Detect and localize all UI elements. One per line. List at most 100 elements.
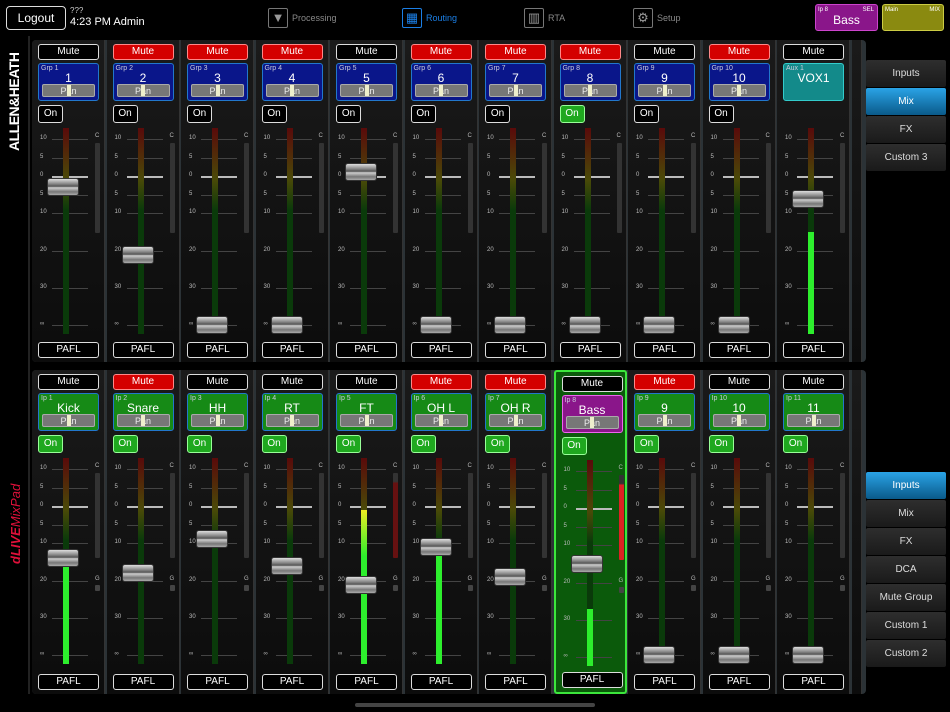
pafl-button[interactable]: PAFL (783, 674, 844, 690)
bank-inputs-button[interactable]: Inputs (866, 60, 946, 87)
channel-name-block[interactable]: Ip 3 HH Pan (187, 393, 248, 431)
channel-name-block[interactable]: Ip 2 Snare Pan (113, 393, 174, 431)
pafl-button[interactable]: PAFL (262, 674, 323, 690)
pafl-button[interactable]: PAFL (113, 342, 174, 358)
fader-handle[interactable] (569, 316, 601, 334)
channel-name-block[interactable]: Ip 11 11 Pan (783, 393, 844, 431)
channel-name-block[interactable]: Grp 1 1 Pan (38, 63, 99, 101)
tab-rta[interactable]: ▥RTA (524, 8, 565, 28)
pafl-button[interactable]: PAFL (38, 674, 99, 690)
channel-name-block[interactable]: Grp 3 3 Pan (187, 63, 248, 101)
pan-control[interactable]: Pan (191, 84, 244, 97)
pafl-button[interactable]: PAFL (485, 342, 546, 358)
pan-control[interactable]: Pan (787, 414, 840, 427)
pafl-button[interactable]: PAFL (262, 342, 323, 358)
fader-handle[interactable] (122, 564, 154, 582)
channel-name-block[interactable]: Grp 2 2 Pan (113, 63, 174, 101)
pafl-button[interactable]: PAFL (709, 342, 770, 358)
on-button[interactable]: On (485, 435, 510, 453)
on-button[interactable]: On (38, 435, 63, 453)
fader-handle[interactable] (420, 316, 452, 334)
on-button[interactable]: On (411, 435, 436, 453)
pan-control[interactable]: Pan (191, 414, 244, 427)
fader-handle[interactable] (571, 555, 603, 573)
mute-button[interactable]: Mute (187, 374, 248, 390)
pafl-button[interactable]: PAFL (336, 674, 397, 690)
bank-mix-button[interactable]: Mix (866, 500, 946, 527)
fader-handle[interactable] (345, 576, 377, 594)
channel-name-block[interactable]: Grp 5 5 Pan (336, 63, 397, 101)
fader-handle[interactable] (196, 316, 228, 334)
bank-fx-button[interactable]: FX (866, 116, 946, 143)
fader-handle[interactable] (792, 190, 824, 208)
on-button[interactable]: On (411, 105, 436, 123)
on-button[interactable]: On (262, 105, 287, 123)
fader-handle[interactable] (792, 646, 824, 664)
tab-processing[interactable]: ▼Processing (268, 8, 337, 28)
pafl-button[interactable]: PAFL (411, 342, 472, 358)
mute-button[interactable]: Mute (262, 44, 323, 60)
pan-control[interactable]: Pan (638, 414, 691, 427)
fader-handle[interactable] (122, 246, 154, 264)
mute-button[interactable]: Mute (411, 44, 472, 60)
channel-name-block[interactable]: Ip 4 RT Pan (262, 393, 323, 431)
pan-control[interactable]: Pan (566, 416, 619, 429)
on-button[interactable]: On (709, 435, 734, 453)
mute-button[interactable]: Mute (113, 44, 174, 60)
fader-handle[interactable] (718, 646, 750, 664)
mute-button[interactable]: Mute (38, 374, 99, 390)
pafl-button[interactable]: PAFL (187, 674, 248, 690)
mute-button[interactable]: Mute (38, 44, 99, 60)
channel-name-block[interactable]: Ip 9 9 Pan (634, 393, 695, 431)
channel-name-block[interactable]: Grp 8 8 Pan (560, 63, 621, 101)
fader-handle[interactable] (345, 163, 377, 181)
mute-button[interactable]: Mute (560, 44, 621, 60)
mute-button[interactable]: Mute (336, 374, 397, 390)
pafl-button[interactable]: PAFL (485, 674, 546, 690)
on-button[interactable]: On (634, 435, 659, 453)
pafl-button[interactable]: PAFL (113, 674, 174, 690)
fader-handle[interactable] (494, 316, 526, 334)
on-button[interactable]: On (709, 105, 734, 123)
on-button[interactable]: On (187, 105, 212, 123)
tab-routing[interactable]: ▦Routing (402, 8, 457, 28)
on-button[interactable]: On (336, 435, 361, 453)
pafl-button[interactable]: PAFL (560, 342, 621, 358)
pan-control[interactable]: Pan (117, 414, 170, 427)
fader-handle[interactable] (718, 316, 750, 334)
fader-handle[interactable] (47, 178, 79, 196)
on-button[interactable]: On (560, 105, 585, 123)
pan-control[interactable]: Pan (415, 414, 468, 427)
fader-handle[interactable] (47, 549, 79, 567)
fader-handle[interactable] (196, 530, 228, 548)
channel-name-block[interactable]: Ip 1 Kick Pan (38, 393, 99, 431)
pafl-button[interactable]: PAFL (187, 342, 248, 358)
fader-handle[interactable] (420, 538, 452, 556)
on-button[interactable]: On (113, 105, 138, 123)
fader-handle[interactable] (271, 557, 303, 575)
channel-name-block[interactable]: Grp 6 6 Pan (411, 63, 472, 101)
on-button[interactable]: On (262, 435, 287, 453)
pan-control[interactable]: Pan (564, 84, 617, 97)
on-button[interactable]: On (485, 105, 510, 123)
pan-control[interactable]: Pan (489, 84, 542, 97)
mute-button[interactable]: Mute (187, 44, 248, 60)
pan-control[interactable]: Pan (266, 84, 319, 97)
pafl-button[interactable]: PAFL (634, 342, 695, 358)
pafl-button[interactable]: PAFL (38, 342, 99, 358)
selected-channel-button[interactable]: Ip 8 SEL Bass (815, 4, 878, 31)
bank-custom-1-button[interactable]: Custom 1 (866, 612, 946, 639)
pafl-button[interactable]: PAFL (709, 674, 770, 690)
fader-handle[interactable] (643, 646, 675, 664)
pan-control[interactable]: Pan (340, 414, 393, 427)
mute-button[interactable]: Mute (113, 374, 174, 390)
channel-name-block[interactable]: Ip 10 10 Pan (709, 393, 770, 431)
bank-custom-2-button[interactable]: Custom 2 (866, 640, 946, 667)
fader-handle[interactable] (271, 316, 303, 334)
channel-name-block[interactable]: Ip 6 OH L Pan (411, 393, 472, 431)
channel-name-block[interactable]: Grp 4 4 Pan (262, 63, 323, 101)
pan-control[interactable]: Pan (266, 414, 319, 427)
channel-name-block[interactable]: Ip 8 Bass Pan (562, 395, 623, 433)
pafl-button[interactable]: PAFL (634, 674, 695, 690)
on-button[interactable]: On (336, 105, 361, 123)
